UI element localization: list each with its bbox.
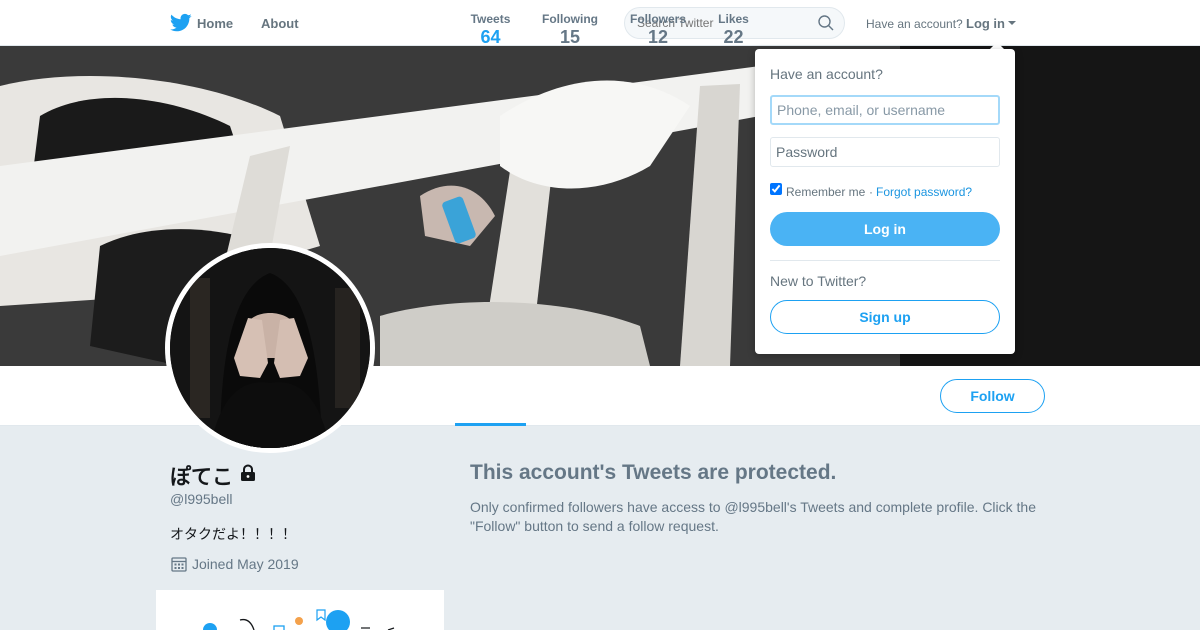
joined-date: Joined May 2019: [192, 556, 299, 572]
stat-label: Following: [542, 12, 598, 26]
active-tab-indicator: [455, 423, 526, 426]
forgot-password-link[interactable]: Forgot password?: [876, 185, 972, 199]
stat-likes[interactable]: Likes 22: [717, 12, 750, 48]
search-icon[interactable]: [818, 15, 834, 31]
new-to-twitter-text: New to Twitter?: [770, 273, 867, 289]
stat-value: 64: [480, 27, 501, 47]
dropdown-title: Have an account?: [770, 66, 883, 82]
signup-button[interactable]: Sign up: [770, 300, 1000, 334]
stat-followers[interactable]: Followers 12: [629, 12, 687, 48]
follow-button[interactable]: Follow: [940, 379, 1045, 413]
separator-dot: ·: [869, 185, 873, 199]
nav-about-link[interactable]: About: [261, 16, 299, 31]
have-account-text: Have an account?: [866, 17, 963, 31]
username-field[interactable]: [770, 95, 1000, 125]
media-card: [156, 590, 444, 630]
protected-description: Only confirmed followers have access to …: [470, 499, 1037, 534]
top-nav: Home About Have an account? Log in: [0, 0, 1200, 46]
stat-label: Followers: [629, 12, 686, 26]
password-field[interactable]: [770, 137, 1000, 167]
login-button[interactable]: Log in: [770, 212, 1000, 246]
avatar-image: [170, 248, 370, 448]
lock-icon: [241, 464, 255, 481]
profile-bio: オタクだよ！！！！: [170, 526, 296, 542]
login-dropdown-toggle[interactable]: Log in: [966, 16, 1005, 31]
calendar-icon: [171, 557, 187, 572]
avatar[interactable]: [165, 243, 375, 453]
stat-label: Likes: [718, 12, 749, 26]
login-dropdown: Have an account? Remember me · Forgot pa…: [755, 49, 1015, 354]
twitter-bird-icon[interactable]: [170, 13, 192, 33]
remember-me-checkbox[interactable]: [770, 183, 782, 195]
remember-me-label[interactable]: Remember me: [786, 185, 865, 199]
stat-label: Tweets: [470, 12, 511, 26]
stat-following[interactable]: Following 15: [541, 12, 599, 48]
stat-tweets[interactable]: Tweets 64: [470, 12, 511, 48]
stat-value: 15: [559, 27, 581, 47]
protected-title: This account's Tweets are protected.: [470, 461, 837, 484]
nav-home-link[interactable]: Home: [197, 16, 233, 31]
divider: [770, 260, 1000, 261]
stat-value: 22: [723, 27, 744, 47]
stat-value: 12: [647, 27, 669, 47]
profile-handle[interactable]: @l995bell: [170, 491, 232, 507]
caret-down-icon[interactable]: [1008, 21, 1016, 25]
profile-name[interactable]: ぽてこ: [170, 461, 233, 491]
